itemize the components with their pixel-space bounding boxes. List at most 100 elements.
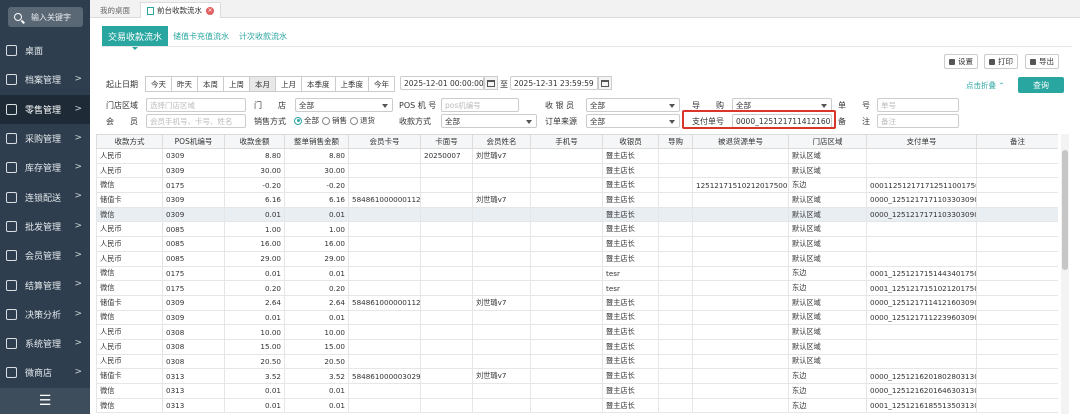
print-button[interactable]: 打印 [984,54,1018,69]
sidebar-item-system[interactable]: 系统管理 > [0,329,90,358]
export-label: 导出 [1039,57,1054,66]
table-cell: 0309 [162,294,225,311]
column-header[interactable]: 收银员 [602,134,659,149]
table-row[interactable]: 人民币 0309 30.00 30.00 暨主店长 默认区域 [96,162,1058,179]
date-to-input[interactable]: 2025-12-31 23:59:59 [510,76,598,90]
sidebar-item-members[interactable]: 会员管理 > [0,241,90,270]
subtab-transaction[interactable]: 交易收款流水 [102,26,169,50]
table-row[interactable]: 人民币 0085 1.00 1.00 暨主店长 默认区域 [96,221,1058,238]
column-header[interactable]: 整单销售金额 [284,134,349,149]
store-select[interactable]: 全部 [295,98,393,112]
preset-this-quarter[interactable]: 本季度 [301,76,336,92]
table-row[interactable]: 人民币 0308 20.50 20.50 暨主店长 默认区域 [96,353,1058,370]
column-header[interactable]: 会员卡号 [348,134,421,149]
table-row[interactable]: 储值卡 0313 3.52 3.52 5848610000030297 刘世璐v7 暨主店长… [96,368,1058,384]
table-row[interactable]: 微信 0313 0.01 0.01 暨主店长 东边 0001_125121618551350… [96,397,1058,414]
radio-return[interactable]: 退货 [350,115,375,126]
preset-last-week[interactable]: 上周 [223,76,250,92]
column-header[interactable]: 门店区域 [788,134,867,149]
subtab-stored-card[interactable]: 储值卡充值流水 [168,26,234,46]
sidebar-item-inventory[interactable]: 库存管理 > [0,153,90,182]
table-row[interactable]: 人民币 0085 29.00 29.00 暨主店长 默认区域 [96,250,1058,267]
table-cell: 默认区域 [788,353,867,370]
order-source-select[interactable]: 全部 [586,114,680,128]
sidebar-item-wholesale[interactable]: 批发管理 > [0,212,90,241]
store-area-input[interactable]: 选择门店区域 [146,98,246,112]
column-header[interactable]: 收款方式 [96,134,163,149]
table-cell: 0.01 [284,383,349,399]
calendar-icon[interactable] [598,76,612,90]
table-cell [348,324,421,340]
table-row[interactable]: 人民币 0308 15.00 15.00 暨主店长 默认区域 [96,338,1058,355]
table-scrollbar[interactable] [1061,134,1069,414]
remark-input[interactable]: 备注 [877,114,959,128]
table-row[interactable]: 人民币 0309 8.80 8.80 20250007 刘世璐v7 暨主店长 默认区域 [96,148,1058,164]
sidebar-item-desktop[interactable]: 桌面 [0,36,90,65]
table-cell: 30.00 [224,162,285,179]
table-cell [348,177,421,194]
table-cell: 储值卡 [96,294,163,311]
order-no-input[interactable]: 单号 [877,98,959,112]
date-from-input[interactable]: 2025-12-01 00:00:00 [400,76,484,90]
column-header[interactable]: 会员姓名 [472,134,531,149]
column-header[interactable]: 被退货源单号 [692,134,789,149]
member-input[interactable]: 会员手机号、卡号、姓名 [146,114,246,128]
sidebar-item-archives[interactable]: 档案管理 > [0,65,90,94]
table-cell [530,368,603,384]
table-row[interactable]: 微信 0175 0.20 0.20 tesr 东边 0001_125121715102120… [96,280,1058,296]
preset-yesterday[interactable]: 昨天 [171,76,198,92]
sidebar-item-label: 批发管理 [25,222,62,233]
subtab-count[interactable]: 计次收款流水 [234,26,292,46]
table-row[interactable]: 微信 0309 0.01 0.01 暨主店长 默认区域 0000_1251217171103… [96,206,1058,223]
sidebar-item-purchase[interactable]: 采购管理 > [0,124,90,153]
preset-this-year[interactable]: 今年 [368,76,395,92]
column-header[interactable]: 导购 [658,134,693,149]
query-button[interactable]: 查询 [1018,77,1064,93]
table-row[interactable]: 储值卡 0309 2.64 2.64 5848610000001124 刘世璐v7 暨主店长… [96,294,1058,311]
column-header[interactable]: 手机号 [530,134,603,149]
preset-last-quarter[interactable]: 上季度 [334,76,369,92]
sidebar-item-retail[interactable]: 零售管理 > [0,94,90,124]
table-row[interactable]: 人民币 0308 10.00 10.00 暨主店长 默认区域 [96,324,1058,340]
table-row[interactable]: 微信 0175 0.01 0.01 tesr 东边 0001_125121715144340… [96,265,1058,282]
table-row[interactable]: 微信 0309 0.01 0.01 暨主店长 默认区域 0000_1251217112239… [96,309,1058,326]
pos-input[interactable]: pos机编号 [441,98,519,112]
pay-mode-select[interactable]: 全部 [441,114,537,128]
table-row[interactable]: 人民币 0085 16.00 16.00 暨主店长 默认区域 [96,236,1058,252]
table-cell: 人民币 [96,221,163,238]
settings-button[interactable]: 设置 [944,54,978,69]
table-cell [530,265,603,282]
export-button[interactable]: 导出 [1025,54,1059,69]
radio-sale[interactable]: 销售 [322,115,347,126]
tab-desktop[interactable]: 我的桌面 [94,2,136,18]
table-cell [420,162,473,179]
cashier-select[interactable]: 全部 [586,98,680,112]
calendar-icon[interactable] [484,76,498,90]
collapse-toggle[interactable]: 点击折叠 ⌃ [966,80,1005,91]
preset-today[interactable]: 今天 [145,76,172,92]
sidebar-item-shop[interactable]: 微商店 > [0,358,90,387]
table-cell: 默认区域 [788,206,867,223]
column-header[interactable]: 卡面号 [420,134,473,149]
column-header[interactable]: 收款金额 [224,134,285,149]
preset-this-week[interactable]: 本周 [197,76,224,92]
close-icon[interactable]: × [206,6,214,15]
table-cell [472,397,531,414]
sidebar-item-analysis[interactable]: 决策分析 > [0,300,90,329]
column-header[interactable]: 支付单号 [866,134,977,149]
table-row[interactable]: 储值卡 0309 6.16 6.16 5848610000001124 刘世璐v7 暨主店长… [96,192,1058,208]
sidebar-item-distribution[interactable]: 连锁配送 > [0,182,90,211]
column-header[interactable]: POS机编号 [162,134,225,149]
table-row[interactable]: 微信 0175 -0.20 -0.20 暨主店长 12512171510212017500… [96,177,1058,194]
scrollbar-thumb[interactable] [1062,150,1068,270]
table-cell: 人民币 [96,353,163,370]
radio-all[interactable]: 全部 [294,115,319,126]
preset-this-month[interactable]: 本月 [249,76,276,92]
preset-last-month[interactable]: 上月 [275,76,302,92]
menu-icon[interactable]: ☰ [0,388,90,414]
tab-front-receipts[interactable]: 前台收款流水 × [140,2,221,18]
sidebar-search[interactable]: 输入关键字 [8,7,83,27]
sidebar-item-settlement[interactable]: 结算管理 > [0,270,90,299]
column-header[interactable]: 备注 [976,134,1058,149]
table-row[interactable]: 微信 0313 0.01 0.01 暨主店长 东边 0000_125121620164630… [96,383,1058,399]
